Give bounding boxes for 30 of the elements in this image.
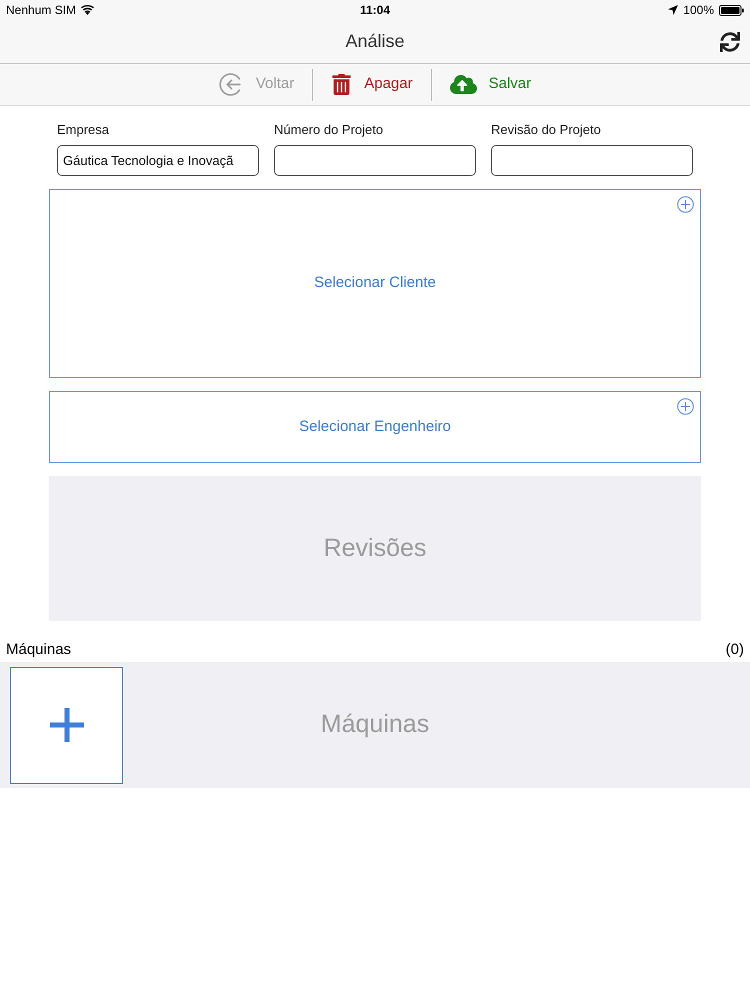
engineer-picker[interactable]: Selecionar Engenheiro — [49, 391, 701, 463]
battery-percent-text: 100% — [683, 2, 714, 19]
add-circle-icon[interactable] — [677, 196, 694, 213]
input-field[interactable]: Gáutica Tecnologia e Inovaçã — [57, 145, 259, 176]
refresh-icon[interactable] — [720, 32, 740, 52]
add-machine-button[interactable] — [10, 666, 123, 784]
machines-title: Máquinas — [6, 640, 72, 660]
revisions-panel[interactable]: Revisões — [49, 476, 701, 621]
battery-icon — [719, 4, 744, 16]
save-button[interactable]: Salvar — [450, 71, 532, 98]
select-client-label: Selecionar Cliente — [314, 273, 436, 294]
client-picker[interactable]: Selecionar Cliente — [49, 189, 701, 378]
clock-text: 11:04 — [360, 2, 390, 19]
screen-title: Análise — [345, 30, 405, 53]
carrier-text: Nenhum SIM — [6, 2, 76, 19]
location-arrow-icon — [668, 5, 678, 15]
machines-empty-label: Máquinas — [320, 709, 430, 740]
delete-button[interactable]: Apagar — [331, 73, 413, 96]
add-circle-icon[interactable] — [677, 398, 694, 415]
wifi-icon — [81, 5, 94, 15]
input-field[interactable] — [274, 145, 476, 176]
plus-icon — [50, 708, 84, 742]
trash-icon — [331, 74, 352, 95]
revisions-label: Revisões — [324, 532, 426, 564]
field-label: Empresa — [57, 121, 110, 138]
machines-count: (0) — [726, 640, 744, 660]
select-engineer-label: Selecionar Engenheiro — [299, 416, 451, 437]
input-field[interactable] — [491, 145, 693, 176]
field-label: Revisão do Projeto — [491, 121, 602, 138]
field-label: Número do Projeto — [274, 121, 384, 138]
